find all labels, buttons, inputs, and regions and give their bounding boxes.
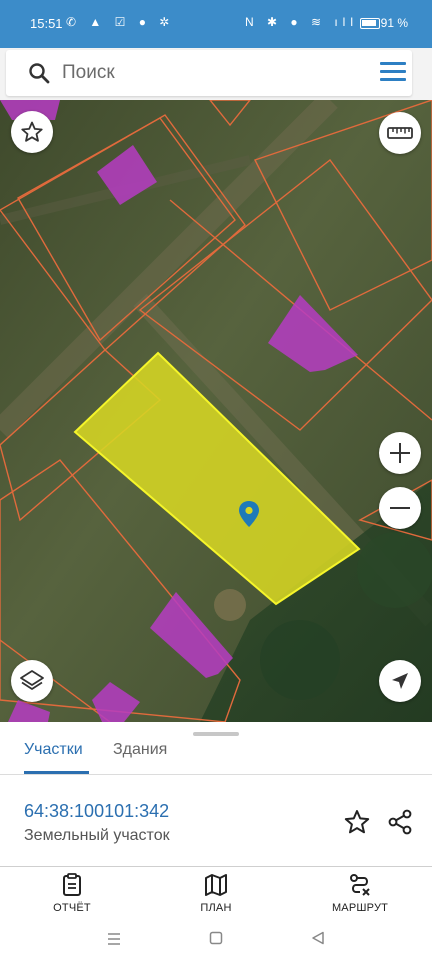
battery-level: 91 % (380, 16, 408, 30)
tab-parcels[interactable]: Участки (24, 741, 83, 759)
system-icons: N ✱ ● ≋ ıll (244, 15, 358, 29)
menu-icon[interactable] (380, 62, 406, 84)
route-icon (350, 874, 370, 896)
nav-route-label: МАРШРУТ (331, 902, 389, 914)
zoom-out-icon (390, 507, 410, 509)
ruler-icon (387, 127, 413, 139)
navigation-arrow-icon (392, 673, 408, 689)
search-input[interactable] (62, 50, 362, 96)
sheet-drag-handle[interactable] (193, 732, 239, 736)
location-marker-icon[interactable] (238, 500, 260, 528)
parcel-type: Земельный участок (24, 827, 170, 844)
recent-apps-icon[interactable] (106, 932, 122, 946)
nav-plan-label: ПЛАН (200, 902, 232, 914)
favorite-button[interactable] (11, 111, 53, 153)
map-view[interactable] (0, 100, 432, 722)
battery-icon (360, 18, 380, 29)
zoom-in-button[interactable] (379, 432, 421, 474)
star-outline-icon (21, 121, 43, 142)
nav-route[interactable]: МАРШРУТ (305, 873, 415, 914)
layers-button[interactable] (11, 660, 53, 702)
satellite-map[interactable] (0, 100, 432, 722)
nav-report-label: ОТЧЁТ (53, 902, 91, 914)
report-icon (63, 873, 81, 896)
divider (0, 774, 432, 775)
notification-icons: ✆ ▲ ☑ ● ✲ (66, 15, 175, 29)
info-sheet: Участки Здания 64:38:100101:342 Земельны… (0, 722, 432, 866)
add-favorite-star-icon[interactable] (343, 808, 371, 836)
search-box[interactable] (6, 50, 412, 96)
locate-button[interactable] (379, 660, 421, 702)
tab-buildings[interactable]: Здания (113, 741, 167, 759)
layers-icon (20, 670, 44, 690)
ruler-button[interactable] (379, 112, 421, 154)
status-bar: 15:51 ✆ ▲ ☑ ● ✲ N ✱ ● ≋ ıll 91 % (0, 0, 432, 48)
nav-plan[interactable]: ПЛАН (161, 873, 271, 914)
map-plan-icon (205, 874, 227, 896)
share-icon[interactable] (386, 808, 414, 836)
bottom-navigation: ОТЧЁТ ПЛАН МАРШРУТ (0, 866, 432, 920)
zoom-out-button[interactable] (379, 487, 421, 529)
search-icon[interactable] (28, 62, 50, 84)
home-icon[interactable] (209, 931, 223, 945)
back-icon[interactable] (311, 931, 325, 945)
system-navigation-bar (0, 920, 432, 960)
parcel-cadastral-number[interactable]: 64:38:100101:342 (24, 801, 169, 822)
search-bar (0, 48, 432, 100)
zoom-in-icon (390, 443, 410, 463)
nav-report[interactable]: ОТЧЁТ (17, 873, 127, 914)
status-time: 15:51 (30, 16, 63, 31)
